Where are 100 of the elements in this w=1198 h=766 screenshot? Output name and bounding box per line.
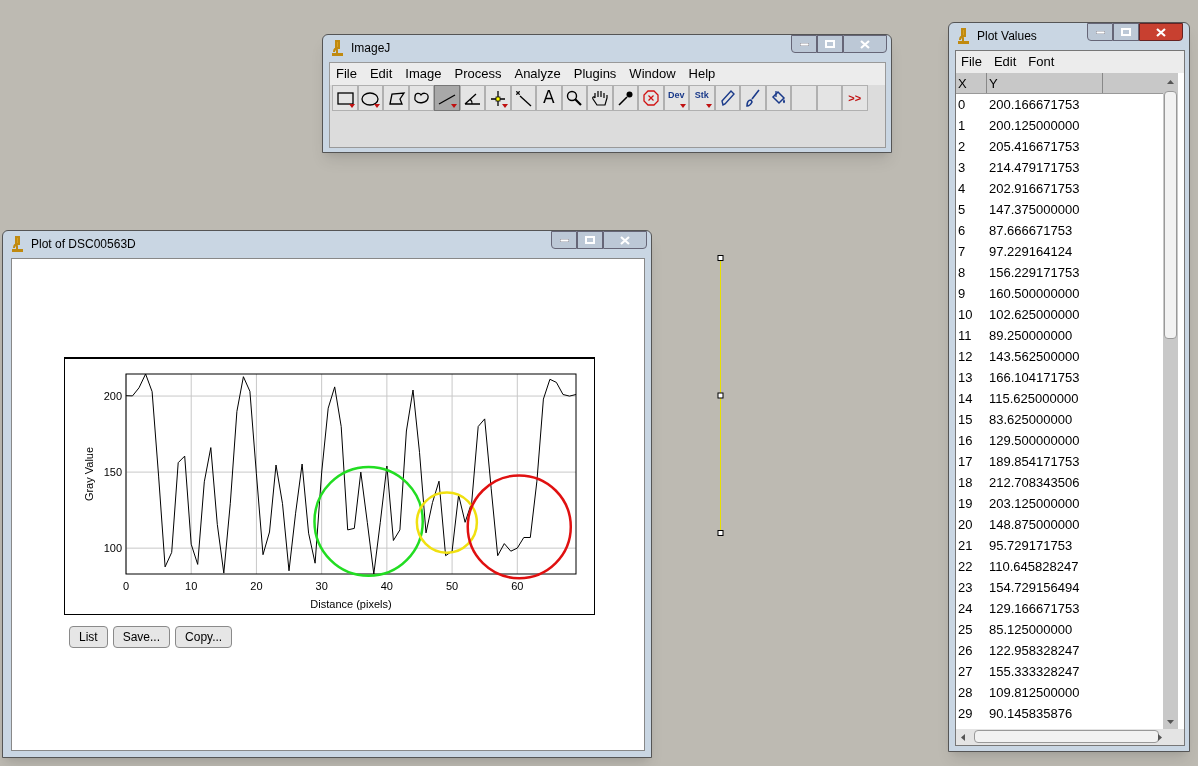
tool-button[interactable] — [740, 85, 766, 111]
menu-item[interactable]: Process — [454, 64, 502, 84]
tick-label: 200 — [103, 390, 122, 403]
plot-button[interactable]: Save... — [112, 626, 171, 648]
maximize-button[interactable] — [1113, 23, 1139, 41]
table-cell-text: 27 — [957, 662, 974, 681]
table-cell-text: 89.250000000 — [988, 326, 1074, 345]
tool-button[interactable] — [332, 85, 358, 111]
scrollbar-thumb[interactable] — [974, 730, 1159, 743]
menu-item[interactable]: Font — [1028, 52, 1055, 72]
table-cell-text: 10 — [957, 305, 974, 324]
table-cell-text: 13 — [957, 368, 974, 387]
tool-button[interactable]: A — [536, 85, 562, 111]
microscope-icon — [957, 28, 969, 44]
window-title: Plot Values — [977, 28, 1037, 45]
table-cell-text: 160.500000000 — [988, 284, 1081, 303]
tool-button[interactable] — [485, 85, 511, 111]
table-cell-text: 20 — [957, 515, 974, 534]
tool-button[interactable]: Dev — [663, 85, 689, 111]
table-cell-text: 21 — [957, 536, 974, 555]
table-cell-text: 212.708343506 — [988, 473, 1081, 492]
minimize-button[interactable] — [551, 231, 577, 249]
close-icon — [620, 235, 630, 245]
tool-button[interactable]: >> — [842, 85, 868, 111]
maximize-button[interactable] — [577, 231, 603, 249]
horizontal-scrollbar[interactable] — [956, 729, 1184, 745]
table-cell-text: 9 — [957, 284, 967, 303]
dropdown-triangle-icon — [680, 104, 686, 108]
table-cell-text: 95.729171753 — [988, 536, 1074, 555]
tool-button[interactable] — [434, 85, 460, 111]
table-cell-text: 29 — [957, 704, 974, 723]
table-cell-text: 3 — [957, 158, 967, 177]
scrollbar-thumb[interactable] — [1164, 91, 1177, 339]
table-cell-text: 202.916671753 — [988, 179, 1081, 198]
scroll-down-icon — [1167, 720, 1174, 724]
table-cell-text: 154.729156494 — [988, 578, 1081, 597]
minimize-icon — [1095, 30, 1105, 34]
tool-button[interactable] — [510, 85, 536, 111]
dropdown-triangle-icon — [374, 104, 380, 108]
tool-button[interactable] — [612, 85, 638, 111]
table-cell-text: 87.666671753 — [988, 221, 1074, 240]
octagon-x-icon — [640, 88, 661, 108]
tick-label: 10 — [185, 580, 198, 592]
maximize-button[interactable] — [817, 35, 843, 53]
tool-button[interactable] — [714, 85, 740, 111]
dropdown-triangle-icon — [501, 104, 508, 108]
minimize-button[interactable] — [791, 35, 817, 53]
tick-label: 0 — [122, 580, 130, 592]
table-cell-text: 11 — [957, 326, 973, 345]
table-cell-text: 122.958328247 — [988, 641, 1081, 660]
close-icon — [1156, 27, 1166, 37]
close-icon — [860, 39, 870, 49]
table-cell-text: 25 — [957, 620, 974, 639]
table-cell-text: 97.229164124 — [988, 242, 1074, 261]
minimize-icon — [559, 238, 569, 242]
table-cell-text: 214.479171753 — [988, 158, 1081, 177]
tick-label: 50 — [445, 580, 459, 592]
table-cell-text: 189.854171753 — [988, 452, 1081, 471]
table-cell-text: 18 — [957, 473, 974, 492]
tool-button[interactable] — [408, 85, 434, 111]
tool-button[interactable] — [561, 85, 587, 111]
window-title: ImageJ — [351, 40, 391, 57]
menu-item[interactable]: Image — [405, 64, 442, 84]
scroll-left-icon — [961, 734, 965, 741]
menu-item[interactable]: Plugins — [573, 64, 617, 84]
menu-item[interactable]: File — [336, 64, 357, 84]
table-cell-text: 14 — [957, 389, 974, 408]
plot-button[interactable]: Copy... — [175, 626, 233, 648]
tool-button[interactable]: Stk — [689, 85, 715, 111]
minimize-button[interactable] — [1087, 23, 1113, 41]
minimize-icon — [799, 42, 809, 46]
column-header[interactable]: X — [956, 73, 987, 93]
dropdown-triangle-icon — [348, 104, 355, 108]
close-button[interactable] — [603, 231, 647, 249]
maximize-icon — [825, 40, 835, 48]
table-cell-text: 200.125000000 — [988, 116, 1081, 135]
table-cell-text: 8 — [957, 263, 967, 282]
tool-button[interactable] — [587, 85, 613, 111]
menu-item[interactable]: Help — [688, 64, 716, 84]
dropdown-triangle-icon — [450, 104, 457, 108]
column-header[interactable]: Y — [987, 73, 1103, 93]
close-button[interactable] — [843, 35, 887, 53]
plot-button[interactable]: List — [69, 626, 108, 648]
maximize-icon — [1121, 28, 1131, 36]
table-cell-text: 4 — [957, 179, 967, 198]
tool-button[interactable] — [459, 85, 485, 111]
close-button[interactable] — [1139, 23, 1183, 41]
vertical-scrollbar[interactable] — [1163, 73, 1178, 729]
menu-item[interactable]: Edit — [369, 64, 393, 84]
tool-button[interactable] — [765, 85, 791, 111]
dropdown-triangle-icon — [705, 104, 712, 108]
menu-item[interactable]: Window — [629, 64, 676, 84]
table-cell-text: 2 — [957, 137, 967, 156]
table-cell-text: 143.562500000 — [988, 347, 1081, 366]
menu-item[interactable]: Edit — [993, 52, 1017, 72]
menu-item[interactable]: File — [961, 52, 982, 72]
tool-button[interactable] — [383, 85, 409, 111]
menu-item[interactable]: Analyze — [514, 64, 561, 84]
tool-button[interactable] — [357, 85, 383, 111]
table-cell-text: 24 — [957, 599, 974, 618]
